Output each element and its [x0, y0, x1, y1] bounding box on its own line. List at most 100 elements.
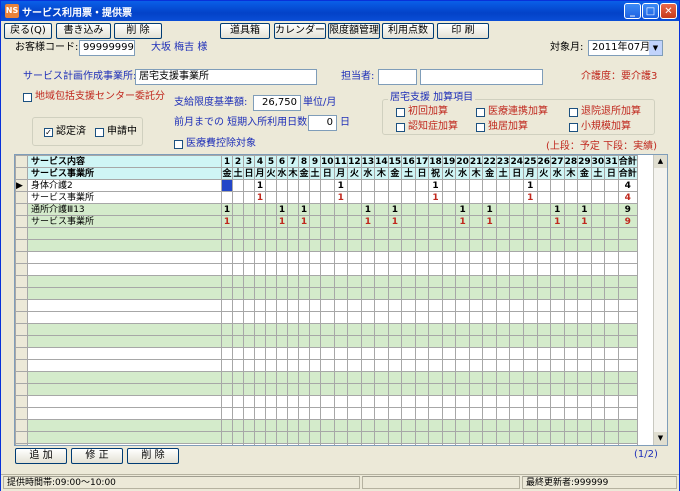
service-cell[interactable]: 身体介護2 — [27, 179, 222, 192]
day-cell[interactable] — [320, 287, 335, 300]
day-cell[interactable] — [495, 263, 511, 276]
row-selector[interactable] — [15, 359, 28, 372]
day-cell[interactable] — [232, 179, 244, 192]
day-cell[interactable] — [360, 371, 376, 384]
row-selector[interactable] — [15, 311, 28, 324]
day-cell[interactable] — [455, 299, 470, 312]
day-cell[interactable] — [509, 323, 524, 336]
day-cell[interactable] — [287, 443, 299, 445]
day-cell[interactable] — [401, 443, 416, 445]
day-cell[interactable] — [536, 311, 552, 324]
day-cell[interactable] — [522, 395, 538, 408]
day-cell[interactable] — [522, 203, 538, 216]
day-cell[interactable] — [287, 275, 299, 288]
table-row[interactable] — [15, 335, 638, 348]
day-cell[interactable] — [590, 191, 606, 204]
day-cell[interactable] — [401, 299, 416, 312]
day-cell[interactable] — [428, 371, 443, 384]
day-cell[interactable] — [298, 335, 310, 348]
day-cell[interactable] — [482, 359, 497, 372]
day-cell[interactable] — [387, 251, 403, 264]
day-cell[interactable] — [265, 311, 277, 324]
day-cell[interactable] — [320, 371, 335, 384]
day-cell[interactable]: 1 — [577, 203, 592, 216]
day-cell[interactable] — [522, 251, 538, 264]
day-cell[interactable] — [243, 311, 255, 324]
day-cell[interactable] — [298, 227, 310, 240]
day-cell[interactable] — [254, 383, 266, 396]
day-cell[interactable] — [221, 431, 233, 444]
day-cell[interactable] — [360, 323, 376, 336]
day-cell[interactable] — [468, 215, 484, 228]
day-cell[interactable] — [333, 287, 349, 300]
day-cell[interactable] — [265, 203, 277, 216]
day-cell[interactable] — [604, 179, 619, 192]
day-cell[interactable] — [232, 347, 244, 360]
day-cell[interactable] — [265, 347, 277, 360]
day-cell[interactable]: 1 — [550, 203, 565, 216]
day-cell[interactable] — [243, 419, 255, 432]
day-cell[interactable] — [428, 203, 443, 216]
day-cell[interactable] — [482, 299, 497, 312]
day-cell[interactable] — [414, 419, 430, 432]
edit-button[interactable]: 修 正 — [71, 448, 123, 464]
day-cell[interactable]: 1 — [360, 215, 376, 228]
day-cell[interactable] — [333, 371, 349, 384]
day-cell[interactable] — [309, 419, 321, 432]
day-cell[interactable] — [401, 347, 416, 360]
day-cell[interactable] — [455, 371, 470, 384]
day-cell[interactable] — [428, 359, 443, 372]
day-cell[interactable] — [265, 251, 277, 264]
day-cell[interactable] — [347, 179, 362, 192]
day-cell[interactable] — [604, 335, 619, 348]
day-cell[interactable] — [333, 395, 349, 408]
day-cell[interactable] — [522, 431, 538, 444]
day-cell[interactable] — [243, 383, 255, 396]
target-month-select[interactable]: 2011年07月 ▼ — [588, 40, 663, 56]
day-cell[interactable] — [347, 251, 362, 264]
day-cell[interactable] — [287, 299, 299, 312]
day-cell[interactable]: 1 — [254, 179, 266, 192]
day-cell[interactable] — [374, 191, 389, 204]
day-cell[interactable] — [495, 239, 511, 252]
day-cell[interactable] — [298, 179, 310, 192]
day-cell[interactable] — [276, 383, 288, 396]
day-cell[interactable] — [522, 347, 538, 360]
row-selector[interactable] — [15, 203, 28, 216]
day-cell[interactable] — [360, 311, 376, 324]
day-cell[interactable] — [428, 383, 443, 396]
day-cell[interactable] — [563, 359, 579, 372]
day-cell[interactable] — [441, 395, 457, 408]
day-cell[interactable] — [387, 263, 403, 276]
day-cell[interactable] — [536, 407, 552, 420]
day-cell[interactable] — [522, 419, 538, 432]
day-cell[interactable] — [482, 395, 497, 408]
service-cell[interactable] — [27, 395, 222, 408]
service-cell[interactable] — [27, 287, 222, 300]
day-cell[interactable] — [414, 227, 430, 240]
day-cell[interactable] — [495, 179, 511, 192]
day-cell[interactable] — [287, 395, 299, 408]
day-cell[interactable] — [563, 311, 579, 324]
day-cell[interactable] — [455, 227, 470, 240]
day-cell[interactable] — [509, 347, 524, 360]
day-cell[interactable] — [441, 215, 457, 228]
day-cell[interactable] — [604, 275, 619, 288]
day-cell[interactable] — [604, 383, 619, 396]
service-cell[interactable] — [27, 263, 222, 276]
day-cell[interactable] — [441, 179, 457, 192]
day-cell[interactable] — [347, 323, 362, 336]
day-cell[interactable] — [374, 407, 389, 420]
day-cell[interactable] — [276, 347, 288, 360]
day-cell[interactable] — [428, 323, 443, 336]
day-cell[interactable] — [221, 383, 233, 396]
day-cell[interactable] — [550, 299, 565, 312]
day-cell[interactable] — [428, 227, 443, 240]
day-cell[interactable] — [347, 203, 362, 216]
day-cell[interactable] — [414, 191, 430, 204]
day-cell[interactable] — [428, 419, 443, 432]
day-cell[interactable] — [374, 395, 389, 408]
day-cell[interactable] — [414, 383, 430, 396]
day-cell[interactable] — [428, 395, 443, 408]
day-cell[interactable] — [243, 191, 255, 204]
